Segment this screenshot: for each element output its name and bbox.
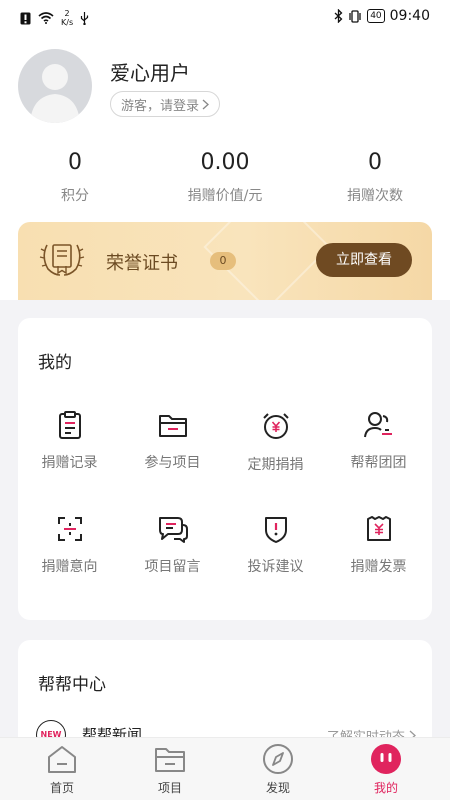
grid-item-label: 帮帮团团 [350, 455, 407, 471]
chevron-right-icon [202, 99, 209, 109]
folder-icon [158, 415, 187, 437]
grid-item-label: 捐赠意向 [41, 559, 98, 575]
profile-face-icon [371, 744, 401, 774]
honor-title: 荣誉证书 [106, 253, 178, 274]
usb-icon [81, 11, 89, 25]
chat-bubbles-icon [158, 517, 188, 543]
compass-icon [263, 744, 293, 774]
grid-item-label: 项目留言 [144, 559, 201, 575]
invoice-icon [366, 516, 391, 541]
shield-alert-icon [264, 517, 287, 543]
tab-label: 发现 [265, 781, 290, 795]
donation-intent-item[interactable]: 捐赠意向 [18, 514, 121, 576]
notification-alert-icon [20, 12, 31, 24]
alarm-clock-icon [262, 413, 289, 439]
stat-donation-count[interactable]: 0 捐赠次数 [300, 150, 450, 205]
stat-value: 0.00 [200, 150, 250, 175]
grid-item-label: 参与项目 [144, 455, 201, 471]
tab-home[interactable]: 首页 [6, 742, 118, 796]
stat-label: 捐赠价值/元 [187, 188, 263, 204]
certificate-laurel-icon [39, 244, 85, 276]
tab-label: 我的 [373, 781, 398, 795]
honor-certificate-banner[interactable]: 荣誉证书 0 立即查看 [18, 222, 432, 300]
tab-discover[interactable]: 发现 [222, 742, 334, 796]
stat-points[interactable]: 0 积分 [0, 150, 150, 205]
recurring-donation-item[interactable]: 定期捐捐 [224, 410, 327, 474]
tab-projects[interactable]: 项目 [114, 742, 226, 796]
network-speed-unit: K/s [61, 18, 74, 27]
honor-count-badge: 0 [210, 252, 236, 270]
battery-indicator: 40 [367, 9, 385, 23]
group-icon [363, 412, 392, 438]
help-team-item[interactable]: 帮帮团团 [327, 410, 430, 472]
donation-invoice-item[interactable]: 捐赠发票 [327, 514, 430, 576]
avatar[interactable] [18, 49, 92, 123]
vibrate-icon [349, 9, 361, 23]
tab-label: 首页 [49, 781, 74, 795]
my-section-title: 我的 [38, 353, 72, 373]
view-now-button[interactable]: 立即查看 [316, 243, 412, 277]
tab-label: 项目 [157, 781, 182, 795]
login-prompt-label: 游客，请登录 [121, 98, 200, 114]
grid-item-label: 定期捐捐 [247, 457, 304, 473]
grid-item-label: 投诉建议 [247, 559, 304, 575]
help-center-title: 帮帮中心 [38, 675, 106, 695]
donation-records-item[interactable]: 捐赠记录 [18, 410, 121, 472]
login-button[interactable]: 游客，请登录 [110, 91, 221, 117]
default-avatar-icon [30, 64, 80, 123]
project-comments-item[interactable]: 项目留言 [121, 514, 224, 576]
network-speed: 2 K/s [61, 9, 73, 27]
complaint-suggestion-item[interactable]: 投诉建议 [224, 514, 327, 576]
bluetooth-icon [334, 9, 343, 23]
stat-value: 0 [368, 150, 382, 175]
username[interactable]: 爱心用户 [110, 57, 190, 86]
grid-item-label: 捐赠记录 [41, 455, 98, 471]
stat-label: 捐赠次数 [347, 188, 403, 204]
stat-donation-value[interactable]: 0.00 捐赠价值/元 [150, 150, 300, 205]
tab-mine[interactable]: 我的 [330, 742, 442, 796]
status-time: 09:40 [389, 8, 430, 24]
network-speed-value: 2 [64, 9, 70, 18]
scan-target-icon [57, 517, 82, 541]
clipboard-icon [58, 411, 81, 439]
folder-icon [155, 748, 185, 772]
grid-item-label: 捐赠发票 [350, 559, 407, 575]
bottom-tab-bar: 首页 项目 发现 我的 [0, 737, 450, 800]
wifi-icon [38, 12, 54, 24]
my-section-card: 我的 捐赠记录 参与项目 定期捐捐 帮帮团团 捐赠意向 项目留言 投诉建议 捐赠… [18, 318, 432, 620]
status-bar: 2 K/s 40 09:40 [0, 0, 450, 34]
home-icon [48, 746, 76, 773]
stat-label: 积分 [61, 188, 89, 204]
joined-projects-item[interactable]: 参与项目 [121, 410, 224, 472]
stat-value: 0 [68, 150, 82, 175]
